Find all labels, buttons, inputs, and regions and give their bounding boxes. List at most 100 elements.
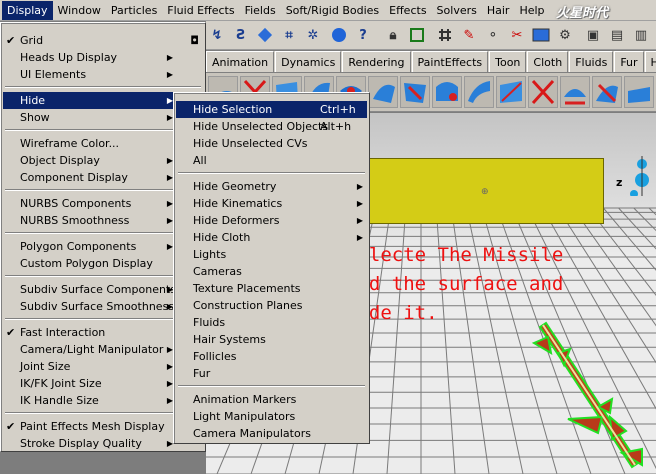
menu-item-label: Hide Unselected CVs: [193, 137, 308, 150]
menu-help[interactable]: Help: [514, 1, 549, 20]
menu-item-heads-up-display[interactable]: Heads Up Display ▶: [3, 49, 203, 66]
menu-soft-rigid-bodies[interactable]: Soft/Rigid Bodies: [281, 1, 384, 20]
menu-fluid-effects[interactable]: Fluid Effects: [162, 1, 239, 20]
batch-render-icon[interactable]: ⚙: [554, 24, 576, 46]
menu-item-follicles[interactable]: Follicles: [176, 348, 367, 365]
view-compass[interactable]: z: [616, 156, 656, 198]
menu-particles[interactable]: Particles: [106, 1, 162, 20]
tab-toon[interactable]: Toon: [489, 51, 527, 72]
menu-fields[interactable]: Fields: [240, 1, 281, 20]
menu-item-hide-geometry[interactable]: Hide Geometry ▶: [176, 178, 367, 195]
select-highlight-icon[interactable]: [406, 24, 428, 46]
menu-item-camera-manipulators[interactable]: Camera Manipulators: [176, 425, 367, 442]
menu-item-label: Lights: [193, 248, 227, 261]
annotation-line-2: And the surface and: [346, 273, 564, 295]
check-icon: ✔: [6, 326, 16, 339]
menu-item-label: Follicles: [193, 350, 237, 363]
cloth-tool-icon[interactable]: [496, 76, 526, 108]
shelf-tab-bar: Animation Dynamics Rendering PaintEffect…: [206, 51, 656, 73]
menu-separator: [5, 86, 201, 88]
help-question-icon[interactable]: ?: [352, 24, 374, 46]
watermark-logo: 火星时代: [556, 6, 609, 21]
ipr-render-icon[interactable]: ⚬: [482, 24, 504, 46]
menu-item-fur[interactable]: Fur: [176, 365, 367, 382]
render-settings-icon[interactable]: ✂: [506, 24, 528, 46]
menu-item-label: Custom Polygon Display: [20, 257, 153, 270]
tab-paint-effects[interactable]: PaintEffects: [411, 51, 489, 72]
menu-separator: [5, 318, 201, 320]
menu-item-fluids[interactable]: Fluids: [176, 314, 367, 331]
tab-rendering[interactable]: Rendering: [342, 51, 411, 72]
cloth-tool-icon[interactable]: [464, 76, 494, 108]
menu-separator: [5, 412, 201, 414]
cloth-tool-icon[interactable]: [624, 76, 654, 108]
cloth-tool-icon[interactable]: [368, 76, 398, 108]
menu-item-cameras[interactable]: Cameras: [176, 263, 367, 280]
menu-separator: [5, 189, 201, 191]
menu-display[interactable]: Display: [2, 0, 53, 20]
menu-item-hide-selection[interactable]: Hide Selection Ctrl+h: [176, 101, 367, 118]
menu-item-ui-elements[interactable]: UI Elements ▶: [3, 66, 203, 83]
submenu-arrow-icon: ▶: [166, 70, 173, 79]
menu-item-hide-unselected-objects[interactable]: Hide Unselected Objects Alt+h: [176, 118, 367, 135]
menu-item-texture-placements[interactable]: Texture Placements: [176, 280, 367, 297]
tab-fur[interactable]: Fur: [614, 51, 644, 72]
menu-item-hide-cloth[interactable]: Hide Cloth ▶: [176, 229, 367, 246]
menu-item-construction-planes[interactable]: Construction Planes: [176, 297, 367, 314]
toggle-panel-icon[interactable]: ▤: [606, 24, 628, 46]
option-box-icon[interactable]: ◘: [190, 32, 199, 49]
snap-curve-icon[interactable]: ↯: [206, 24, 228, 46]
tab-hair[interactable]: Hair: [644, 51, 656, 72]
menu-item-label: Grid: [20, 34, 44, 47]
menu-item-animation-markers[interactable]: Animation Markers: [176, 391, 367, 408]
menu-window[interactable]: Window: [53, 1, 106, 20]
grid-history-icon[interactable]: [434, 24, 456, 46]
tab-animation[interactable]: Animation: [206, 51, 275, 72]
sphere-icon[interactable]: [328, 24, 350, 46]
toggle-panel-icon[interactable]: ▣: [582, 24, 604, 46]
submenu-arrow-icon: ▶: [356, 216, 363, 225]
menu-hair[interactable]: Hair: [482, 1, 515, 20]
menu-item-all[interactable]: All: [176, 152, 367, 169]
menu-item-light-manipulators[interactable]: Light Manipulators: [176, 408, 367, 425]
menu-item-label: Heads Up Display: [20, 51, 118, 64]
menu-item-hide-deformers[interactable]: Hide Deformers ▶: [176, 212, 367, 229]
toggle-panel-icon[interactable]: ▥: [630, 24, 652, 46]
tab-dynamics[interactable]: Dynamics: [275, 51, 342, 72]
render-current-frame-icon[interactable]: ✎: [458, 24, 480, 46]
submenu-arrow-icon: ▶: [166, 53, 173, 62]
menu-item-hair-systems[interactable]: Hair Systems: [176, 331, 367, 348]
annotation-line-1: Selecte The Missile: [346, 244, 564, 266]
cloth-tool-icon[interactable]: [432, 76, 462, 108]
tab-fluids[interactable]: Fluids: [569, 51, 614, 72]
snap-curve-icon[interactable]: Ƨ: [230, 24, 252, 46]
tab-cloth[interactable]: Cloth: [527, 51, 569, 72]
cloth-tool-icon[interactable]: [592, 76, 622, 108]
menu-item-label: NURBS Components: [20, 197, 132, 210]
menu-effects[interactable]: Effects: [384, 1, 431, 20]
menu-item-hide-kinematics[interactable]: Hide Kinematics ▶: [176, 195, 367, 212]
submenu-arrow-icon: ▶: [356, 182, 363, 191]
cloth-tool-icon[interactable]: [528, 76, 558, 108]
annotation-line-3: Hide it.: [346, 302, 438, 324]
menu-item-label: Animation Markers: [193, 393, 297, 406]
menu-item-label: Show: [20, 111, 50, 124]
menu-item-label: Hide: [20, 94, 46, 107]
cloth-tool-icon[interactable]: [400, 76, 430, 108]
menu-item-label: Polygon Components: [20, 240, 137, 253]
submenu-arrow-icon: ▶: [356, 199, 363, 208]
snap-point-icon[interactable]: [254, 24, 276, 46]
menu-item-lights[interactable]: Lights: [176, 246, 367, 263]
menu-item-label: Camera Manipulators: [193, 427, 311, 440]
render-view-icon[interactable]: [530, 24, 552, 46]
lock-icon[interactable]: 🔒︎: [382, 24, 404, 46]
menu-item-label: Hide Geometry: [193, 180, 277, 193]
menu-item-label: Texture Placements: [193, 282, 301, 295]
snap-view-plane-icon[interactable]: ⌗: [278, 24, 300, 46]
snap-live-icon[interactable]: ✲: [302, 24, 324, 46]
menu-solvers[interactable]: Solvers: [432, 1, 482, 20]
menu-item-grid[interactable]: ✔ Grid ◘: [3, 32, 203, 49]
menu-item-hide-unselected-cvs[interactable]: Hide Unselected CVs: [176, 135, 367, 152]
menu-item-label: Hair Systems: [193, 333, 266, 346]
cloth-tool-icon[interactable]: [560, 76, 590, 108]
